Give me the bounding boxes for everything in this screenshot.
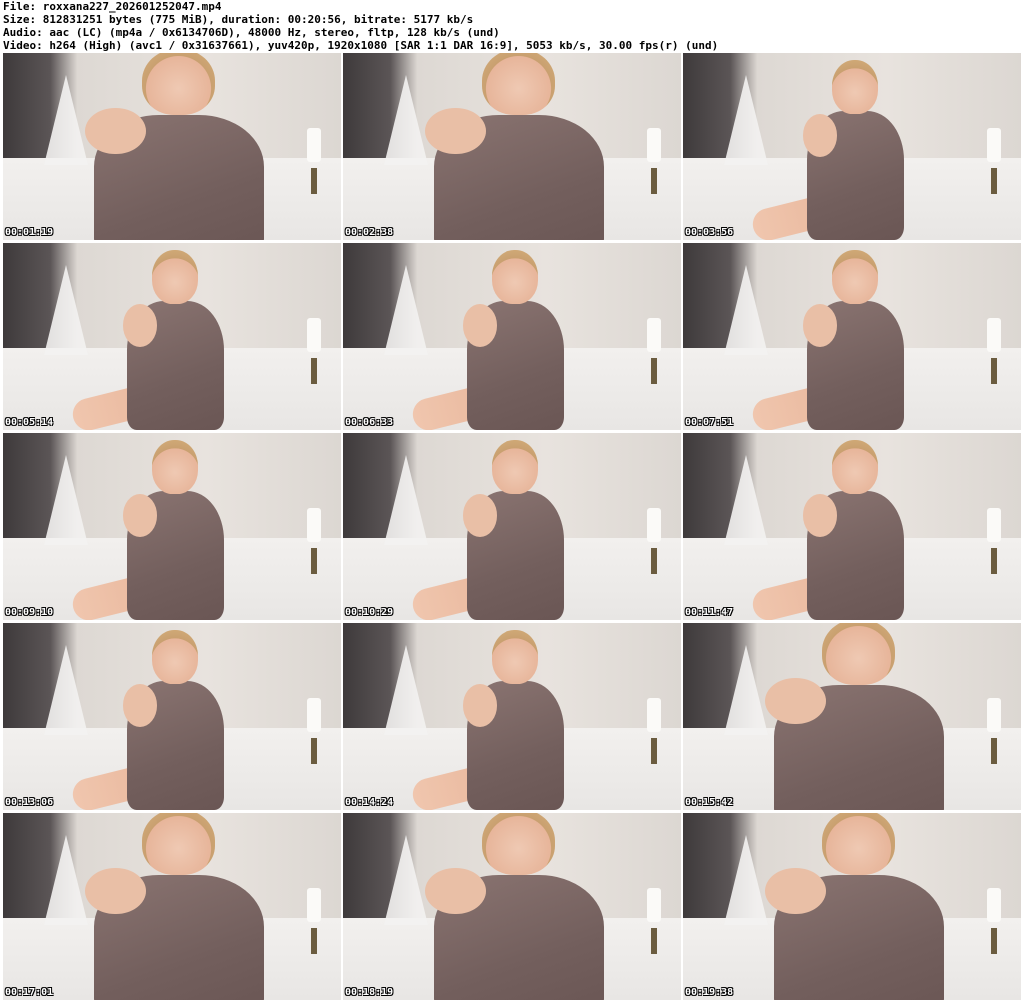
person-figure (69, 630, 233, 810)
person-figure (749, 60, 913, 240)
person-figure (409, 250, 573, 430)
frame-timestamp: 00:11:47 (685, 607, 734, 618)
frame-timestamp: 00:09:10 (5, 607, 54, 618)
person-figure (749, 440, 913, 620)
frame-timestamp: 00:10:29 (345, 607, 394, 618)
thumbnail-grid: 00:01:19 00:02:38 00:03:56 00:05:14 00:0… (3, 53, 1022, 1003)
thumbnail-frame: 00:09:10 (3, 433, 341, 620)
person-figure (757, 623, 960, 810)
frame-timestamp: 00:13:06 (5, 797, 54, 808)
person-figure (757, 813, 960, 1000)
thumbnail-frame: 00:10:29 (343, 433, 681, 620)
frame-timestamp: 00:07:51 (685, 417, 734, 428)
person-figure (77, 813, 280, 1000)
frame-timestamp: 00:18:19 (345, 987, 394, 998)
file-info-header: File: roxxana227_202601252047.mp4 Size: … (3, 0, 1021, 52)
person-figure (69, 440, 233, 620)
thumbnail-frame: 00:15:42 (683, 623, 1021, 810)
thumbnail-frame: 00:01:19 (3, 53, 341, 240)
thumbnail-frame: 00:14:24 (343, 623, 681, 810)
person-figure (417, 53, 620, 240)
thumbnail-frame: 00:11:47 (683, 433, 1021, 620)
frame-timestamp: 00:02:38 (345, 227, 394, 238)
thumbnail-frame: 00:06:33 (343, 243, 681, 430)
person-figure (77, 53, 280, 240)
person-figure (417, 813, 620, 1000)
frame-timestamp: 00:19:38 (685, 987, 734, 998)
thumbnail-frame: 00:02:38 (343, 53, 681, 240)
frame-timestamp: 00:15:42 (685, 797, 734, 808)
thumbnail-frame: 00:17:01 (3, 813, 341, 1000)
file-size-line: Size: 812831251 bytes (775 MiB), duratio… (3, 13, 474, 26)
frame-timestamp: 00:01:19 (5, 227, 54, 238)
video-info-line: Video: h264 (High) (avc1 / 0x31637661), … (3, 39, 719, 52)
thumbnail-frame: 00:05:14 (3, 243, 341, 430)
frame-timestamp: 00:17:01 (5, 987, 54, 998)
thumbnail-frame: 00:18:19 (343, 813, 681, 1000)
person-figure (409, 630, 573, 810)
thumbnail-frame: 00:07:51 (683, 243, 1021, 430)
file-name-line: File: roxxana227_202601252047.mp4 (3, 0, 222, 13)
thumbnail-frame: 00:13:06 (3, 623, 341, 810)
frame-timestamp: 00:05:14 (5, 417, 54, 428)
person-figure (749, 250, 913, 430)
person-figure (69, 250, 233, 430)
audio-info-line: Audio: aac (LC) (mp4a / 0x6134706D), 480… (3, 26, 500, 39)
frame-timestamp: 00:06:33 (345, 417, 394, 428)
thumbnail-frame: 00:03:56 (683, 53, 1021, 240)
thumbnail-frame: 00:19:38 (683, 813, 1021, 1000)
person-figure (409, 440, 573, 620)
frame-timestamp: 00:03:56 (685, 227, 734, 238)
frame-timestamp: 00:14:24 (345, 797, 394, 808)
